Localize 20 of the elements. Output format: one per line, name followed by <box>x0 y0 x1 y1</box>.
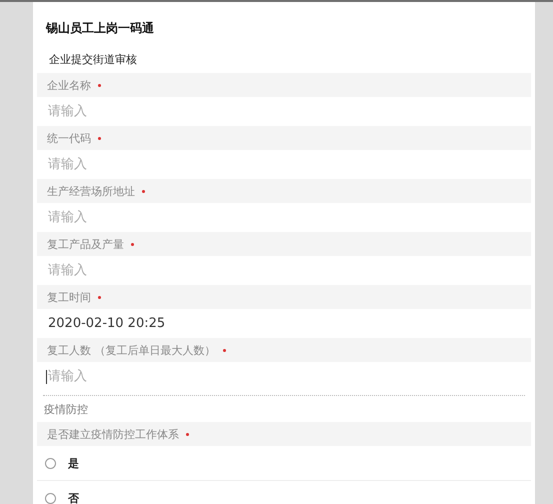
input-field[interactable]: 请输入 <box>48 104 348 119</box>
form-subtitle: 企业提交街道审核 <box>48 52 138 68</box>
option-label[interactable]: 是 <box>68 456 79 470</box>
field-label: 统一代码 <box>47 130 91 146</box>
field-label: 复工时间 <box>47 290 91 304</box>
field-label: 生产经营场所地址 <box>47 184 135 198</box>
radio-button[interactable] <box>45 492 56 504</box>
radio-button[interactable] <box>45 458 56 468</box>
field-label: 是否建立疫情防控工作体系 <box>47 426 179 442</box>
input-field[interactable]: 请输入 <box>48 210 348 225</box>
option-label[interactable]: 否 <box>68 490 79 504</box>
input-field[interactable]: 请输入 <box>48 157 348 172</box>
field-label: 复工人数 （复工后单日最大人数） <box>47 342 216 358</box>
field-label: 企业名称 <box>47 78 91 92</box>
input-field[interactable]: 2020-02-10 20:25 <box>48 316 348 331</box>
input-field[interactable]: 请输入 <box>48 263 348 278</box>
field-label: 复工产品及产量 <box>47 236 124 252</box>
form-title: 锡山员工上岗一码通 <box>44 20 155 37</box>
section-heading: 疫情防控 <box>43 402 89 418</box>
input-field[interactable]: 请输入 <box>48 369 348 384</box>
